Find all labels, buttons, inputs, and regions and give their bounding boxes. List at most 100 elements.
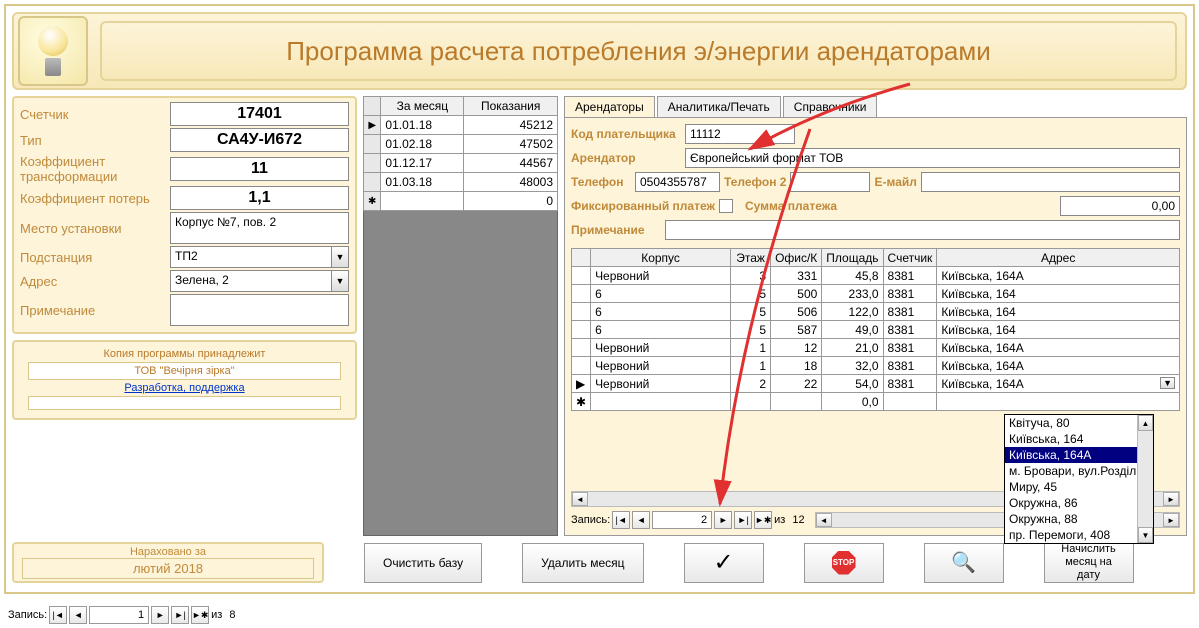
dropdown-item[interactable]: Окружна, 86 <box>1005 495 1153 511</box>
col-month[interactable]: За месяц <box>381 97 464 116</box>
scroll-right-icon[interactable]: ► <box>1163 492 1179 506</box>
footer-nav-first[interactable]: |◄ <box>49 606 67 624</box>
premises-cell[interactable]: Київська, 164 <box>937 303 1180 321</box>
premises-cell[interactable]: Червоний <box>591 267 731 285</box>
premises-cell[interactable]: Київська, 164А <box>937 357 1180 375</box>
readings-cell[interactable]: 45212 <box>464 116 558 135</box>
input-tenant[interactable] <box>685 148 1180 168</box>
field-location[interactable]: Корпус №7, пов. 2 <box>170 212 349 244</box>
premises-cell[interactable]: 122,0 <box>822 303 883 321</box>
field-substation[interactable]: ТП2 <box>170 246 332 268</box>
premises-cell[interactable]: 500 <box>771 285 822 303</box>
premises-cell[interactable]: 1 <box>731 357 771 375</box>
dropdown-item[interactable]: Київська, 164А <box>1005 447 1153 463</box>
premises-cell[interactable]: 1 <box>731 339 771 357</box>
readings-cell[interactable]: 01.02.18 <box>381 135 464 154</box>
premises-cell[interactable]: Червоний <box>591 339 731 357</box>
credits-dev-link[interactable]: Разработка, поддержка <box>20 382 349 394</box>
premises-cell[interactable]: 3 <box>731 267 771 285</box>
nav-new-button[interactable]: ►✱ <box>754 511 772 529</box>
dropdown-item[interactable]: Миру, 45 <box>1005 479 1153 495</box>
premises-cell[interactable]: 22 <box>771 375 822 393</box>
row-selector[interactable]: ▶ <box>572 375 591 393</box>
substation-dropdown-button[interactable]: ▼ <box>331 246 349 268</box>
row-selector[interactable] <box>572 339 591 357</box>
premises-cell[interactable]: 5 <box>731 285 771 303</box>
field-address[interactable]: Зелена, 2 <box>170 270 332 292</box>
dd-scroll-up[interactable]: ▲ <box>1138 415 1153 431</box>
premises-cell[interactable]: Київська, 164А▼ <box>937 375 1180 393</box>
accrual-period[interactable]: лютий 2018 <box>22 558 314 579</box>
premises-table[interactable]: Корпус Этаж Офис/К Площадь Счетчик Адрес… <box>571 248 1180 411</box>
footer-nav-last[interactable]: ►| <box>171 606 189 624</box>
readings-cell[interactable]: 01.01.18 <box>381 116 464 135</box>
scroll-right-icon[interactable]: ► <box>1163 513 1179 527</box>
input-tenant-note[interactable] <box>665 220 1180 240</box>
col-meter[interactable]: Счетчик <box>883 249 937 267</box>
input-email[interactable] <box>921 172 1180 192</box>
col-korpus[interactable]: Корпус <box>591 249 731 267</box>
input-pay-sum[interactable] <box>1060 196 1180 216</box>
premises-cell[interactable]: 8381 <box>883 303 937 321</box>
tab-analytics[interactable]: Аналитика/Печать <box>657 96 781 117</box>
calc-month-button[interactable]: Начислить месяц на дату <box>1044 543 1134 583</box>
dropdown-item[interactable]: пр. Перемоги, 408 <box>1005 527 1153 543</box>
premises-cell[interactable]: 5 <box>731 321 771 339</box>
readings-cell[interactable] <box>381 192 464 211</box>
input-phone2[interactable] <box>790 172 870 192</box>
footer-nav-current[interactable] <box>89 606 149 624</box>
input-payer-code[interactable] <box>685 124 795 144</box>
row-selector[interactable] <box>572 303 591 321</box>
row-selector[interactable] <box>572 357 591 375</box>
checkbox-fixed-pay[interactable] <box>719 199 733 213</box>
premises-cell[interactable]: 45,8 <box>822 267 883 285</box>
premises-cell[interactable]: 331 <box>771 267 822 285</box>
field-note[interactable] <box>170 294 349 326</box>
row-selector-new[interactable]: ✱ <box>364 192 381 211</box>
readings-cell[interactable]: 44567 <box>464 154 558 173</box>
nav-first-button[interactable]: |◄ <box>612 511 630 529</box>
stop-button[interactable]: STOP <box>804 543 884 583</box>
premises-cell[interactable]: 21,0 <box>822 339 883 357</box>
premises-cell[interactable]: 49,0 <box>822 321 883 339</box>
col-office[interactable]: Офис/К <box>771 249 822 267</box>
search-button[interactable]: 🔍 <box>924 543 1004 583</box>
premises-cell[interactable]: Київська, 164А <box>937 339 1180 357</box>
tab-tenants[interactable]: Арендаторы <box>564 96 655 117</box>
premises-cell[interactable]: 233,0 <box>822 285 883 303</box>
readings-cell[interactable]: 48003 <box>464 173 558 192</box>
premises-cell[interactable]: 8381 <box>883 285 937 303</box>
footer-nav-new[interactable]: ►✱ <box>191 606 209 624</box>
premises-cell[interactable]: 8381 <box>883 339 937 357</box>
input-phone[interactable] <box>635 172 720 192</box>
dropdown-item[interactable]: Окружна, 88 <box>1005 511 1153 527</box>
premises-cell[interactable]: 0,0 <box>822 393 883 411</box>
premises-cell[interactable]: Червоний <box>591 357 731 375</box>
footer-nav-prev[interactable]: ◄ <box>69 606 87 624</box>
field-koef-trans[interactable]: 11 <box>170 157 349 181</box>
delete-month-button[interactable]: Удалить месяц <box>522 543 643 583</box>
field-type[interactable]: СА4У-И672 <box>170 128 349 152</box>
premises-cell[interactable]: 2 <box>731 375 771 393</box>
premises-cell[interactable]: 32,0 <box>822 357 883 375</box>
premises-cell[interactable]: 6 <box>591 303 731 321</box>
premises-cell[interactable]: 587 <box>771 321 822 339</box>
row-selector-current[interactable]: ▶ <box>364 116 381 135</box>
dd-scroll-down[interactable]: ▼ <box>1138 527 1153 543</box>
readings-cell[interactable]: 01.03.18 <box>381 173 464 192</box>
col-floor[interactable]: Этаж <box>731 249 771 267</box>
address-dropdown-button[interactable]: ▼ <box>331 270 349 292</box>
dropdown-item[interactable]: м. Бровари, вул.Розділ <box>1005 463 1153 479</box>
readings-cell[interactable]: 0 <box>464 192 558 211</box>
readings-cell[interactable]: 01.12.17 <box>381 154 464 173</box>
scroll-left-icon[interactable]: ◄ <box>816 513 832 527</box>
nav-last-button[interactable]: ►| <box>734 511 752 529</box>
row-selector[interactable] <box>572 267 591 285</box>
dropdown-item[interactable]: Квітуча, 80 <box>1005 415 1153 431</box>
nav-next-button[interactable]: ► <box>714 511 732 529</box>
premises-cell[interactable]: Червоний <box>591 375 731 393</box>
dropdown-item[interactable]: Київська, 164 <box>1005 431 1153 447</box>
premises-cell[interactable]: 54,0 <box>822 375 883 393</box>
scroll-left-icon[interactable]: ◄ <box>572 492 588 506</box>
premises-cell[interactable]: 8381 <box>883 267 937 285</box>
